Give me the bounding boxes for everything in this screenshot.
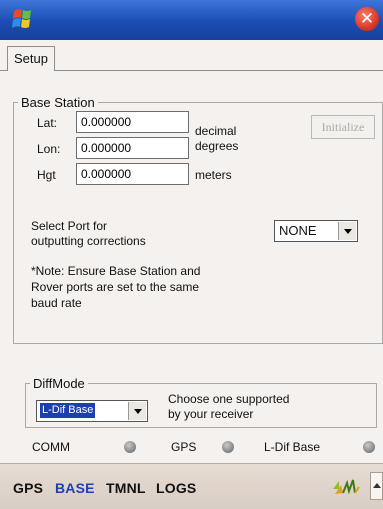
lon-label: Lon:	[37, 142, 61, 156]
units-degrees-label: degrees	[195, 139, 239, 153]
nav-logs[interactable]: LOGS	[156, 480, 196, 496]
port-label-line1: Select Port for	[31, 219, 108, 233]
tab-setup[interactable]: Setup	[7, 46, 55, 71]
comm-status-light	[124, 441, 136, 453]
port-select-value: NONE	[279, 223, 317, 238]
chevron-down-icon[interactable]	[338, 222, 356, 240]
diffmode-select-value: L-Dif Base	[40, 403, 96, 418]
scroll-up-button[interactable]	[370, 472, 383, 500]
status-label-ldif: L-Dif Base	[264, 440, 321, 454]
note-line1: *Note: Ensure Base Station and	[31, 264, 201, 278]
diffmode-hint-line2: by your receiver	[168, 407, 254, 421]
lat-label: Lat:	[37, 116, 58, 130]
signal-strength-icon[interactable]	[331, 475, 361, 497]
status-label-gps: GPS	[171, 440, 197, 454]
bottom-menu-bar: GPS BASE TMNL LOGS	[0, 463, 383, 509]
diffmode-hint-line1: Choose one supported	[168, 392, 290, 406]
note-line3: baud rate	[31, 296, 82, 310]
nav-gps[interactable]: GPS	[13, 480, 43, 496]
chevron-down-icon[interactable]	[128, 402, 146, 420]
diffmode-select[interactable]: L-Dif Base	[36, 400, 148, 422]
status-label-comm: COMM	[32, 440, 70, 454]
lat-field[interactable]	[76, 111, 189, 133]
hgt-label: Hgt	[37, 168, 56, 182]
close-button[interactable]: ✕	[355, 7, 379, 31]
units-decimal-label: decimal	[195, 124, 237, 138]
port-select[interactable]: NONE	[274, 220, 358, 242]
base-station-legend: Base Station	[21, 95, 95, 110]
units-meters-label: meters	[195, 168, 232, 182]
windows-flag-icon[interactable]	[8, 6, 38, 34]
note-line2: Rover ports are set to the same	[31, 280, 200, 294]
nav-tmnl[interactable]: TMNL	[106, 480, 146, 496]
ldif-status-light	[363, 441, 375, 453]
title-bar: ✕	[0, 0, 383, 40]
hgt-field[interactable]	[76, 163, 189, 185]
tab-strip: Setup	[0, 40, 383, 71]
lon-field[interactable]	[76, 137, 189, 159]
diffmode-legend: DiffMode	[33, 376, 85, 391]
port-label-line2: outputting corrections	[31, 234, 146, 248]
nav-base[interactable]: BASE	[55, 480, 95, 496]
gps-status-light	[222, 441, 234, 453]
initialize-button[interactable]: Initialize	[311, 115, 375, 139]
